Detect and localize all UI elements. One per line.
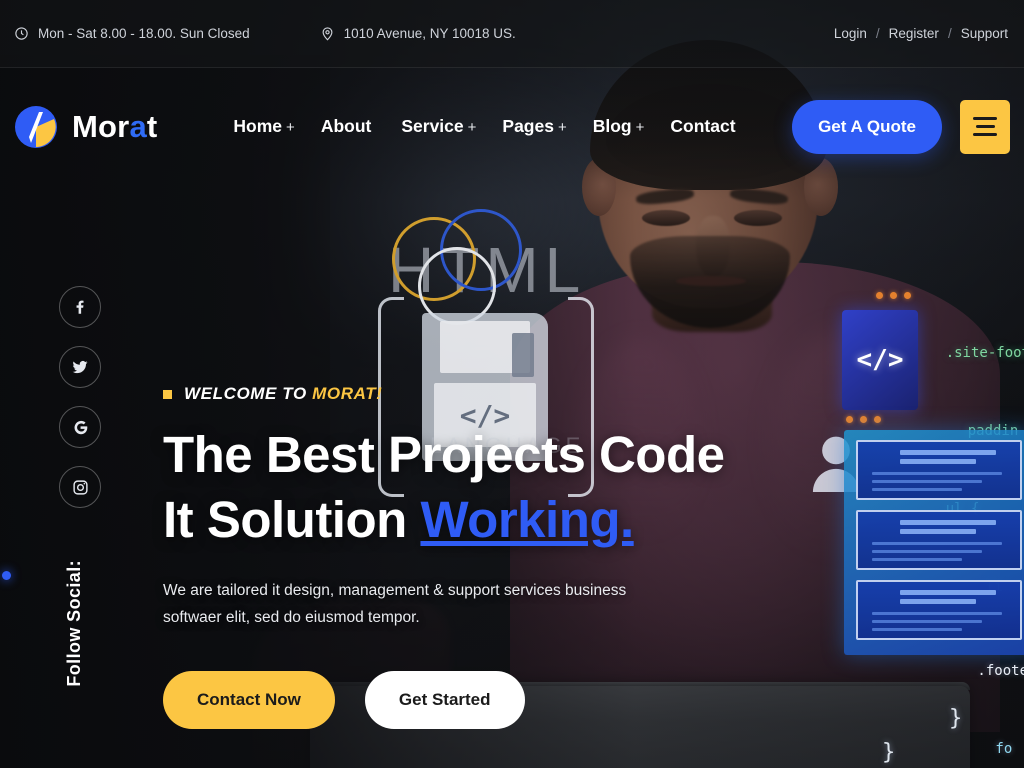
brand-last: t — [146, 108, 158, 144]
facebook-icon[interactable] — [59, 286, 101, 328]
code-tag-glyph: </> — [856, 345, 904, 375]
business-address: 1010 Avenue, NY 10018 US. — [320, 26, 516, 41]
social-rail — [59, 286, 101, 526]
hero-description: We are tailored it design, management & … — [163, 581, 627, 626]
hero-eyebrow-text: WELCOME TO MORAT! — [184, 384, 382, 404]
nav-item-contact[interactable]: Contact — [670, 116, 739, 137]
register-link[interactable]: Register — [889, 26, 939, 41]
morat-circle-logo-icon — [14, 105, 58, 149]
main-navigation: Home + About Service + Pages + Blog + Co… — [233, 116, 739, 137]
hero-eyebrow: WELCOME TO MORAT! — [163, 384, 803, 404]
bullet-square-icon — [163, 389, 172, 399]
hero-title-line-1: The Best Projects Code — [163, 426, 725, 483]
chevron-plus-icon: + — [557, 119, 567, 136]
nav-label: Contact — [670, 116, 736, 136]
business-address-text: 1010 Avenue, NY 10018 US. — [343, 26, 516, 41]
site-header: Morat Home + About Service + Pages + Blo… — [0, 68, 1024, 185]
chevron-plus-icon: + — [286, 119, 295, 136]
nav-label: Home — [233, 116, 283, 136]
google-icon[interactable] — [59, 406, 101, 448]
link-separator: / — [947, 26, 952, 41]
nav-item-blog[interactable]: Blog + — [593, 116, 645, 137]
hero-content: WELCOME TO MORAT! The Best Projects Code… — [163, 384, 803, 729]
account-links: Login / Register / Support — [834, 26, 1008, 41]
code-tag-panel: </> — [842, 310, 918, 410]
twitter-icon[interactable] — [59, 346, 101, 388]
nav-label: About — [320, 116, 372, 136]
chevron-plus-icon: + — [467, 119, 477, 136]
get-a-quote-button[interactable]: Get A Quote — [792, 99, 942, 154]
window-dots-top — [876, 292, 911, 299]
hero-actions: Contact Now Get Started — [163, 670, 803, 729]
brand-name: Morat — [72, 109, 157, 145]
follow-social-label: Follow Social: — [64, 560, 84, 687]
link-separator: / — [875, 26, 880, 41]
nav-item-service[interactable]: Service + — [401, 116, 476, 137]
eyebrow-plain: WELCOME TO — [184, 384, 313, 403]
eyebrow-accent: MORAT! — [312, 384, 383, 403]
get-started-button[interactable]: Get Started — [364, 670, 525, 729]
clock-icon — [15, 27, 28, 40]
site-logo[interactable]: Morat — [14, 105, 157, 149]
nav-label: Service — [401, 116, 464, 136]
location-pin-icon — [322, 27, 333, 41]
brand-first: Mor — [72, 108, 130, 144]
business-hours-text: Mon - Sat 8.00 - 18.00. Sun Closed — [38, 26, 250, 41]
window-dots-bottom — [846, 416, 881, 423]
business-hours: Mon - Sat 8.00 - 18.00. Sun Closed — [14, 26, 250, 41]
login-link[interactable]: Login — [834, 26, 867, 41]
top-utility-bar: Mon - Sat 8.00 - 18.00. Sun Closed 1010 … — [0, 0, 1024, 68]
nav-label: Pages — [502, 116, 554, 136]
hero-page: HTML </> LANGUAGE .site-foot paddin ul {… — [0, 0, 1024, 768]
hero-title: The Best Projects Code It Solution Worki… — [163, 422, 803, 553]
brand-accent: a — [129, 108, 147, 144]
nav-item-about[interactable]: About — [321, 116, 376, 137]
code-graphics-layer: .site-foot paddin ul { li </> .foote fo … — [834, 270, 1024, 765]
support-link[interactable]: Support — [961, 26, 1008, 41]
instagram-icon[interactable] — [59, 466, 101, 508]
hamburger-menu-icon[interactable] — [960, 99, 1010, 154]
closing-brace-2: } — [882, 740, 896, 765]
nav-item-home[interactable]: Home + — [233, 116, 294, 137]
nav-label: Blog — [592, 116, 632, 136]
closing-brace-1: } — [949, 706, 963, 731]
hero-title-line-2-plain: It Solution — [163, 491, 421, 549]
slider-indicator-dot[interactable] — [2, 571, 11, 580]
chevron-plus-icon: + — [635, 119, 645, 136]
contact-now-button[interactable]: Contact Now — [163, 670, 335, 729]
code-block-css-footer-2: .foote fo co — [977, 663, 1024, 757]
nav-item-pages[interactable]: Pages + — [502, 116, 566, 137]
hero-title-highlight: Working. — [420, 491, 634, 549]
